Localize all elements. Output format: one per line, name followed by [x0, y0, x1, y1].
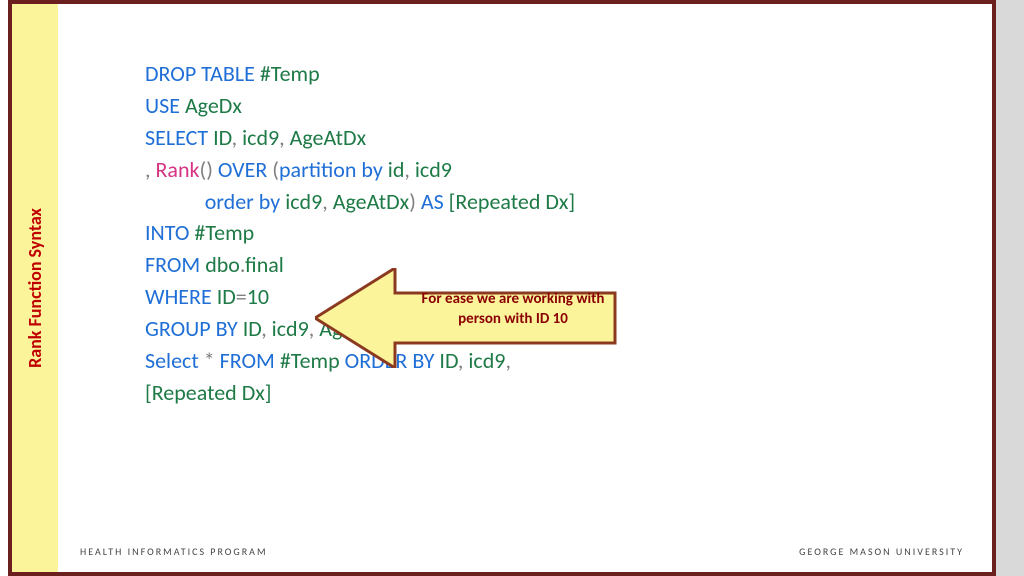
- id-icd9-1: icd9: [237, 124, 279, 151]
- kw-into: INTO: [145, 219, 189, 246]
- sidebar: Rank Function Syntax: [12, 4, 58, 572]
- kw-as: AS: [416, 188, 444, 215]
- id-icd9-4: icd9: [267, 315, 309, 342]
- sql-code-block: DROP TABLE #Temp USE AgeDx SELECT ID, ic…: [145, 58, 905, 409]
- kw-over: OVER: [213, 156, 267, 183]
- id-temp3: #Temp: [275, 347, 345, 374]
- kw-use: USE: [145, 92, 180, 119]
- lit-10: 10: [247, 283, 269, 310]
- fn-rank: Rank: [151, 156, 200, 183]
- kw-partition-by: partition by: [279, 156, 383, 183]
- kw-from-2: FROM: [215, 347, 275, 374]
- sidebar-title: Rank Function Syntax: [24, 208, 46, 368]
- comma: ,: [505, 347, 511, 374]
- star: *: [199, 347, 215, 374]
- id-final: final: [245, 251, 284, 278]
- footer-left: HEALTH INFORMATICS PROGRAM: [80, 545, 268, 558]
- id-icd9-3: icd9: [280, 188, 322, 215]
- id-id1: ID: [208, 124, 231, 151]
- id-repeated-dx-1: [Repeated Dx]: [444, 188, 575, 215]
- id-id5: ID: [434, 347, 457, 374]
- id-dbo: dbo: [200, 251, 240, 278]
- kw-order-by-2: ORDER BY: [345, 347, 435, 374]
- kw-select: SELECT: [145, 124, 208, 151]
- id-temp1: #Temp: [255, 60, 320, 87]
- id-icd9-2: icd9: [410, 156, 452, 183]
- id-id3: ID: [212, 283, 236, 310]
- paren-open: (: [267, 156, 279, 183]
- parens: (): [200, 156, 213, 183]
- slide: Rank Function Syntax DROP TABLE #Temp US…: [0, 0, 1024, 576]
- kw-group-by: GROUP BY: [145, 315, 238, 342]
- kw-select-2: Select: [145, 347, 199, 374]
- kw-where: WHERE: [145, 283, 212, 310]
- id-temp2: #Temp: [189, 219, 254, 246]
- id-ageatdx-3: AgeAtDx: [314, 315, 395, 342]
- kw-drop-table: DROP TABLE: [145, 60, 255, 87]
- indent: [145, 188, 205, 215]
- id-agedx: AgeDx: [180, 92, 242, 119]
- id-ageatdx-1: AgeAtDx: [285, 124, 366, 151]
- footer-right: GEORGE MASON UNIVERSITY: [799, 545, 964, 558]
- kw-order-by-1: order by: [205, 188, 281, 215]
- id-id4: ID: [238, 315, 261, 342]
- eq: =: [236, 283, 247, 310]
- id-repeated-dx-2: [Repeated Dx]: [145, 379, 272, 406]
- id-icd9-5: icd9: [463, 347, 505, 374]
- id-id2: id: [383, 156, 405, 183]
- paren-close: ): [409, 188, 416, 215]
- kw-from-1: FROM: [145, 251, 200, 278]
- right-gutter: [996, 0, 1024, 576]
- id-ageatdx-2: AgeAtDx: [328, 188, 409, 215]
